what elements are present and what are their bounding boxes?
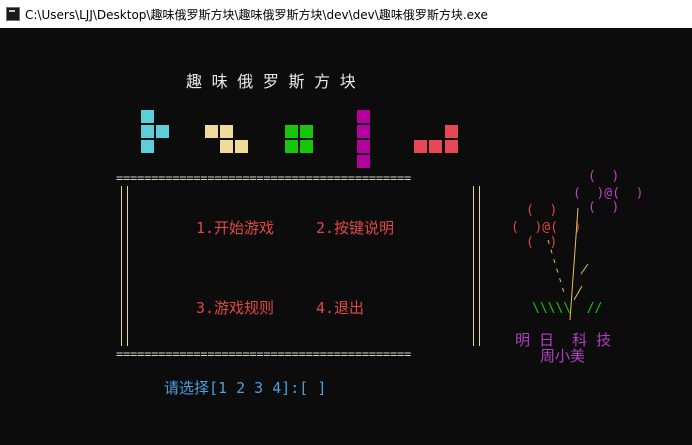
console-app-icon	[6, 7, 20, 21]
grass: \\\\\ //	[532, 301, 603, 316]
flower-stems	[547, 207, 589, 321]
window-titlebar[interactable]: C:\Users\LJJ\Desktop\趣味俄罗斯方块\趣味俄罗斯方块\dev…	[0, 0, 692, 28]
window-title: C:\Users\LJJ\Desktop\趣味俄罗斯方块\趣味俄罗斯方块\dev…	[25, 7, 488, 22]
console-area[interactable]: 趣 味 俄 罗 斯 方 块 ==========================…	[0, 28, 692, 445]
author-name: 周小美	[540, 347, 586, 365]
